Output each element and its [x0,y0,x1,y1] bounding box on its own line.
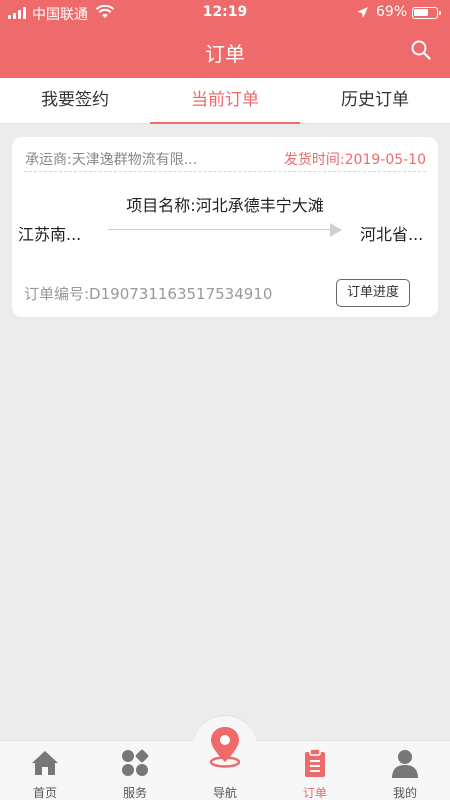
battery-icon [412,7,441,19]
clipboard-icon [305,748,325,777]
ship-time: 发货时间:2019-05-10 [283,152,426,168]
status-bar: 中国联通 12:19 69% [0,0,450,26]
route-origin: 江苏南... [18,225,82,244]
services-icon [122,749,149,776]
order-progress-button[interactable]: 订单进度 [336,279,410,307]
tabbar-label: 导航 [212,786,237,800]
tabbar-label: 首页 [32,786,57,800]
tab-current-orders[interactable]: 当前订单 [150,78,300,124]
tabbar-item-orders[interactable]: 订单 [270,741,360,800]
tabbar-label: 我的 [392,786,417,800]
tabbar-item-profile[interactable]: 我的 [360,741,450,800]
order-number: 订单编号:D190731163517534910 [24,285,273,303]
order-tabs: 我要签约 当前订单 历史订单 [0,78,450,124]
location-pin-icon [209,727,241,768]
route-line [108,229,340,230]
tabbar-label: 订单 [302,786,327,800]
tabbar-item-services[interactable]: 服务 [90,741,180,800]
tab-sign-contract[interactable]: 我要签约 [0,78,150,124]
carrier-company: 承运商:天津逸群物流有限... [25,152,198,168]
tabbar-label: 服务 [122,786,147,800]
route-destination: 河北省... [360,225,424,244]
divider [24,171,426,172]
page-title: 订单 [205,42,245,66]
order-card[interactable]: 承运商:天津逸群物流有限... 发货时间:2019-05-10 项目名称:河北承… [12,137,438,317]
project-name: 项目名称:河北承德丰宁大滩 [126,196,324,215]
user-icon [392,750,418,778]
tab-history-orders[interactable]: 历史订单 [300,78,450,124]
navigation-center-button[interactable] [193,715,257,779]
battery-percent: 69% [376,4,408,20]
tabbar-item-home[interactable]: 首页 [0,741,90,800]
location-arrow-icon [357,7,368,18]
search-icon[interactable] [410,39,432,61]
home-icon [32,751,58,775]
app-header: 中国联通 12:19 69% 订单 [0,0,450,78]
arrow-right-icon [330,223,342,237]
